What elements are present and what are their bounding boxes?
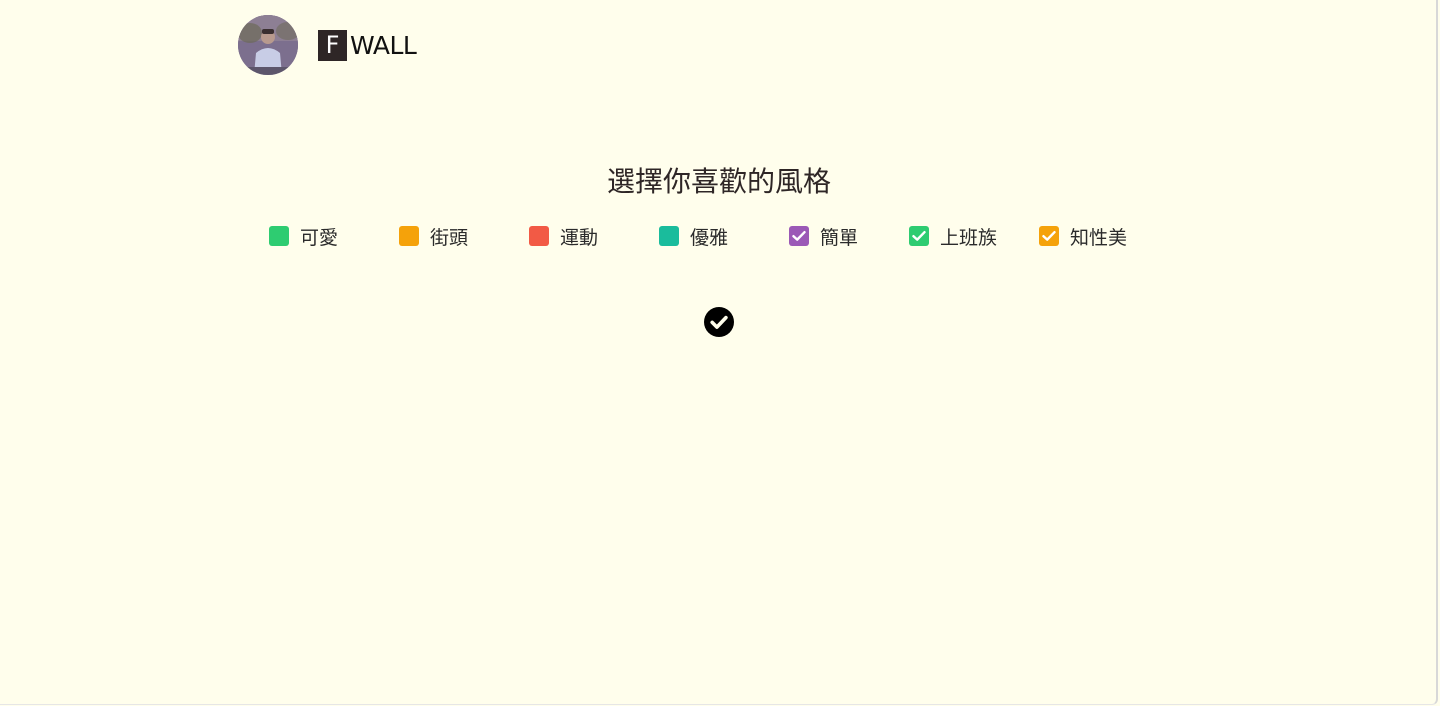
checkbox-checked[interactable] <box>789 226 809 246</box>
style-option[interactable]: 簡單 <box>789 222 858 250</box>
style-option-label: 運動 <box>560 226 599 249</box>
confirm-button[interactable] <box>704 307 734 337</box>
avatar-photo-icon <box>238 15 298 75</box>
style-option-label: 街頭 <box>430 226 469 249</box>
checkbox-checked[interactable] <box>909 226 929 246</box>
logo-text: WALL <box>350 30 417 60</box>
checkmark-icon <box>912 231 926 241</box>
style-option-label: 知性美 <box>1070 226 1128 249</box>
checkbox-unchecked[interactable] <box>399 226 419 246</box>
style-option[interactable]: 上班族 <box>909 222 997 250</box>
logo[interactable]: F WALL <box>318 29 417 61</box>
checkmark-icon <box>1042 231 1056 241</box>
style-option[interactable]: 優雅 <box>659 222 728 250</box>
header: F WALL <box>238 15 417 75</box>
page-title: 選擇你喜歡的風格 <box>606 165 831 198</box>
style-option[interactable]: 街頭 <box>399 222 468 250</box>
checkbox-unchecked[interactable] <box>529 226 549 246</box>
style-option-label: 簡單 <box>820 226 859 249</box>
checkbox-checked[interactable] <box>1039 226 1059 246</box>
style-option[interactable]: 可愛 <box>269 222 338 250</box>
style-option-label: 上班族 <box>940 226 998 249</box>
check-circle-icon <box>704 307 734 337</box>
avatar[interactable] <box>238 15 298 75</box>
style-option-label: 可愛 <box>300 226 339 249</box>
checkbox-unchecked[interactable] <box>269 226 289 246</box>
style-option[interactable]: 運動 <box>529 222 598 250</box>
window-frame <box>0 0 1438 705</box>
logo-mark: F <box>318 29 347 61</box>
checkbox-unchecked[interactable] <box>659 226 679 246</box>
checkmark-icon <box>792 231 806 241</box>
style-option-label: 優雅 <box>690 226 729 249</box>
style-option[interactable]: 知性美 <box>1039 222 1127 250</box>
